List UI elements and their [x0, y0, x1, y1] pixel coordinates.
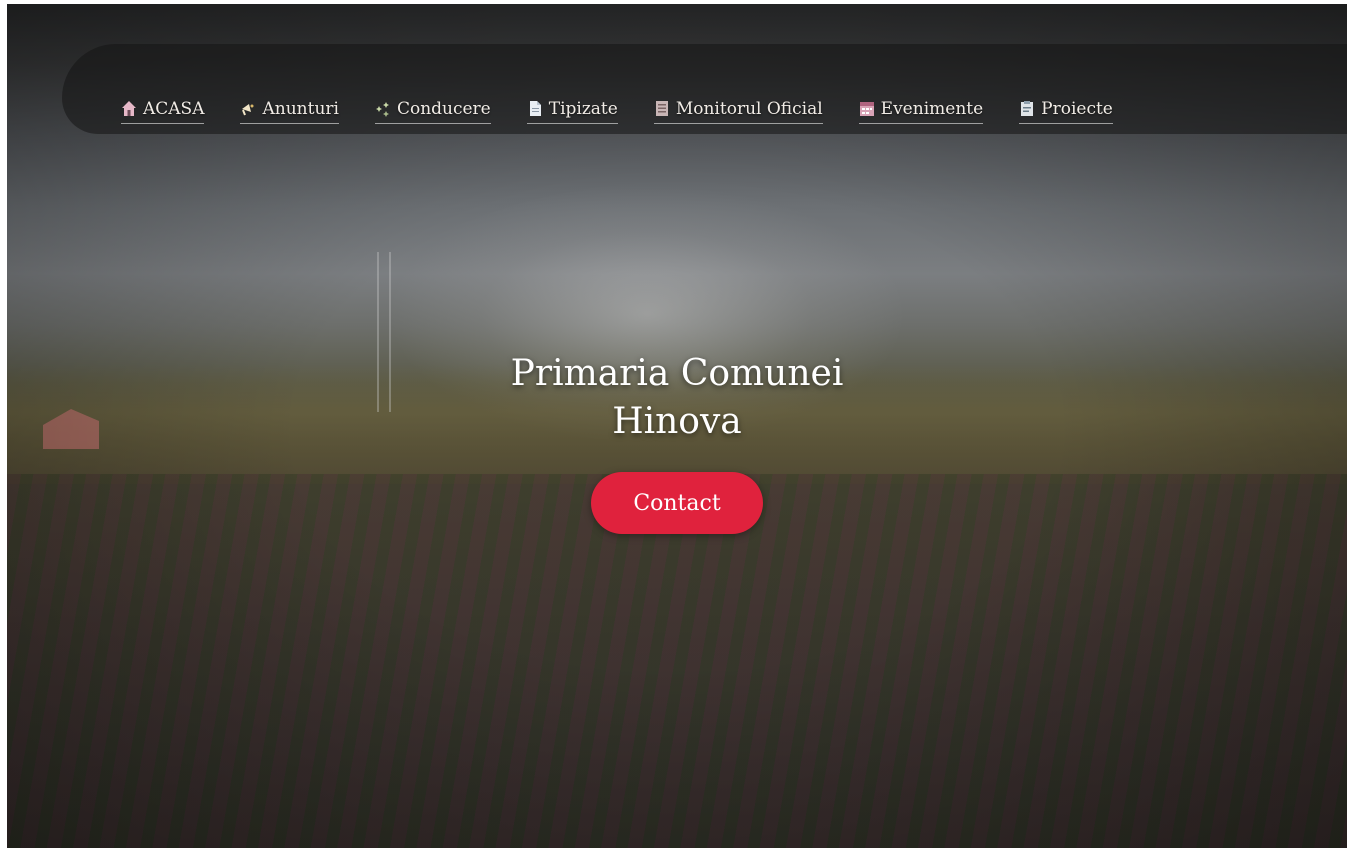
nav-item-acasa[interactable]: ACASA — [121, 98, 205, 124]
nav-item-label: Anunturi — [262, 98, 339, 119]
main-navigation: ACASA Anunturi Conducere Tipizate Monito… — [121, 96, 1113, 126]
nav-item-label: Evenimente — [880, 98, 984, 119]
calendar-icon — [859, 102, 874, 116]
page-frame: ACASA Anunturi Conducere Tipizate Monito… — [7, 4, 1347, 848]
nav-item-evenimente[interactable]: Evenimente — [858, 98, 984, 124]
hero-title: Primaria Comunei Hinova — [7, 350, 1347, 446]
nav-item-conducere[interactable]: Conducere — [374, 98, 491, 124]
sparkle-icon — [375, 102, 389, 117]
nav-item-label: ACASA — [143, 98, 205, 119]
nav-item-label: Conducere — [396, 98, 491, 119]
nav-item-label: Proiecte — [1041, 98, 1113, 119]
clipboard-icon — [1021, 101, 1034, 116]
nav-item-proiecte[interactable]: Proiecte — [1019, 99, 1113, 124]
contact-button[interactable]: Contact — [591, 472, 763, 534]
nav-item-monitorul-oficial[interactable]: Monitorul Oficial — [653, 98, 823, 124]
nav-item-label: Tipizate — [548, 98, 618, 119]
home-icon — [122, 101, 136, 116]
document-icon — [529, 101, 541, 116]
hero-title-line-2: Hinova — [612, 401, 742, 442]
hero-content: Primaria Comunei Hinova Contact — [7, 350, 1347, 534]
nav-item-anunturi[interactable]: Anunturi — [240, 98, 339, 124]
ledger-icon — [655, 101, 668, 116]
hero-title-line-1: Primaria Comunei — [510, 353, 844, 394]
nav-item-tipizate[interactable]: Tipizate — [526, 98, 618, 124]
nav-item-label: Monitorul Oficial — [675, 98, 823, 119]
megaphone-icon — [242, 104, 254, 116]
